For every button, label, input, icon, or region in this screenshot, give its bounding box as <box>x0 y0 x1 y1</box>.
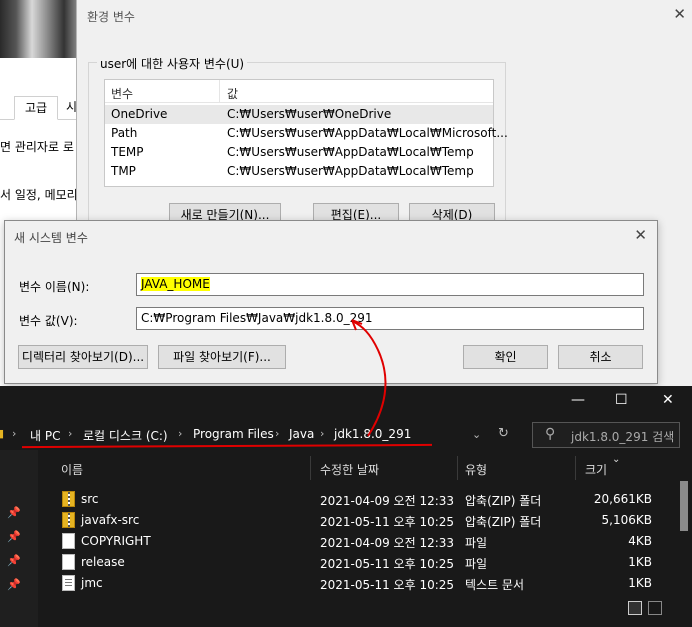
annotation-arrow <box>351 319 387 437</box>
